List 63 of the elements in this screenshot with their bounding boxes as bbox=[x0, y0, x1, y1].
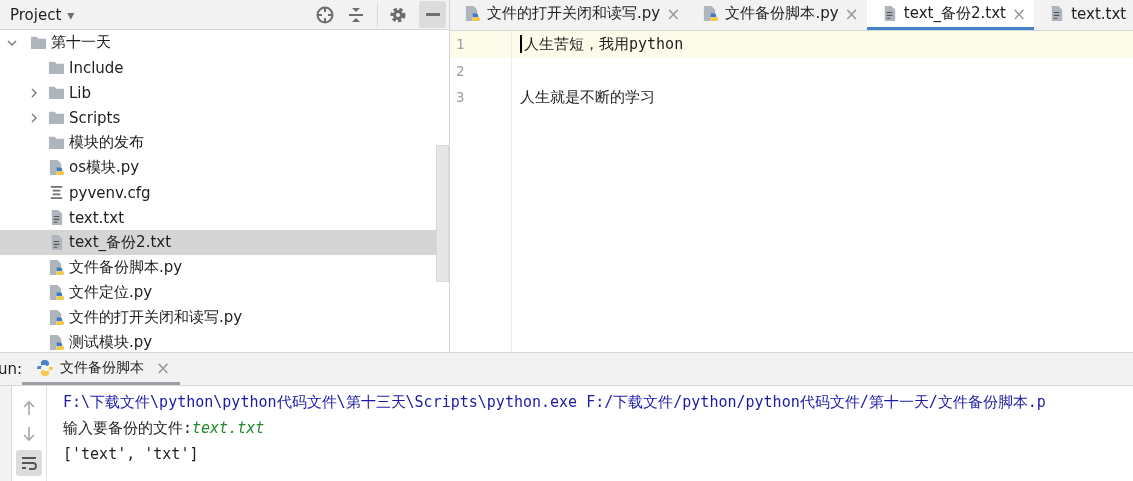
python-file-icon bbox=[702, 5, 720, 22]
tree-label: 文件备份脚本.py bbox=[69, 258, 183, 277]
project-title[interactable]: Project bbox=[10, 5, 62, 24]
line-number: 1 bbox=[455, 36, 465, 52]
python-file-icon bbox=[48, 159, 65, 176]
tree-label: Include bbox=[69, 58, 124, 77]
python-file-icon bbox=[48, 259, 65, 276]
tree-item[interactable]: 模块的发布 bbox=[0, 130, 437, 155]
python-file-icon bbox=[48, 334, 65, 351]
minimize-button[interactable] bbox=[419, 1, 446, 28]
tree-label: text.txt bbox=[69, 208, 124, 227]
scrollbar[interactable] bbox=[436, 145, 449, 282]
tree-label: pyvenv.cfg bbox=[69, 183, 151, 202]
tree-item[interactable]: text.txt bbox=[0, 205, 437, 230]
editor-tab[interactable]: text_备份2.txt × bbox=[866, 0, 1035, 30]
python-file-icon bbox=[464, 5, 481, 22]
python-file-icon bbox=[48, 309, 65, 326]
code-line: 人生就是不断的学习 bbox=[520, 87, 655, 107]
console-line: ['text', 'txt'] bbox=[63, 445, 199, 463]
crosshair-icon[interactable] bbox=[315, 4, 335, 25]
tree-item[interactable]: 第十一天 bbox=[0, 30, 437, 55]
config-file-icon bbox=[48, 184, 65, 201]
console-line: 输入要备份的文件: bbox=[63, 418, 193, 438]
minimize-icon bbox=[425, 13, 440, 16]
python-icon bbox=[36, 358, 54, 377]
text-cursor bbox=[520, 35, 522, 54]
tree-item[interactable]: 文件定位.py bbox=[0, 280, 437, 305]
folder-icon bbox=[48, 84, 65, 101]
tree-item[interactable]: 测试模块.py bbox=[0, 330, 437, 352]
tree-label: 第十一天 bbox=[51, 33, 111, 52]
tree-label: text_备份2.txt bbox=[69, 233, 172, 252]
soft-wrap-button[interactable] bbox=[16, 450, 42, 476]
editor-tab[interactable]: text.txt bbox=[1034, 0, 1133, 30]
console-line: F:\下载文件\python\python代码文件\第十三天\Scripts\python.exe F:/下载文件/python/python代码文件/第十一天/文件备份脚本.p bbox=[63, 392, 1046, 412]
tree-item[interactable]: text_备份2.txt bbox=[0, 230, 437, 255]
folder-icon bbox=[48, 109, 65, 126]
run-tab[interactable]: 文件备份脚本 × bbox=[22, 353, 181, 385]
tree-label: Scripts bbox=[69, 108, 121, 127]
editor-tab[interactable]: 文件备份脚本.py × bbox=[688, 0, 867, 30]
typed-text: text.txt bbox=[192, 419, 265, 437]
dropdown-caret[interactable]: ▾ bbox=[67, 6, 75, 23]
code-line: 人生苦短，我用python bbox=[524, 34, 684, 54]
tree-label: 测试模块.py bbox=[69, 333, 153, 352]
tree-item[interactable]: 文件备份脚本.py bbox=[0, 255, 437, 280]
tree-label: Lib bbox=[69, 83, 92, 102]
run-label: un: bbox=[0, 359, 22, 380]
line-number: 2 bbox=[455, 62, 465, 79]
tree-item[interactable]: Lib bbox=[0, 80, 437, 105]
tree-item[interactable]: 文件的打开关闭和读写.py bbox=[0, 305, 437, 330]
folder-icon bbox=[48, 134, 65, 151]
tree-item[interactable]: Scripts bbox=[0, 105, 437, 130]
folder-icon bbox=[48, 59, 65, 76]
tree-label: 文件的打开关闭和读写.py bbox=[69, 308, 243, 327]
tree-item[interactable]: Include bbox=[0, 55, 437, 80]
python-file-icon bbox=[48, 284, 65, 301]
editor-tab[interactable]: 文件的打开关闭和读写.py × bbox=[450, 0, 689, 30]
tree-label: os模块.py bbox=[69, 158, 140, 177]
tree-label: 模块的发布 bbox=[69, 133, 144, 152]
line-number: 3 bbox=[455, 89, 465, 105]
folder-icon bbox=[30, 34, 47, 51]
tree-label: 文件定位.py bbox=[69, 283, 153, 302]
tree-item[interactable]: os模块.py bbox=[0, 155, 437, 180]
tree-item[interactable]: pyvenv.cfg bbox=[0, 180, 437, 205]
